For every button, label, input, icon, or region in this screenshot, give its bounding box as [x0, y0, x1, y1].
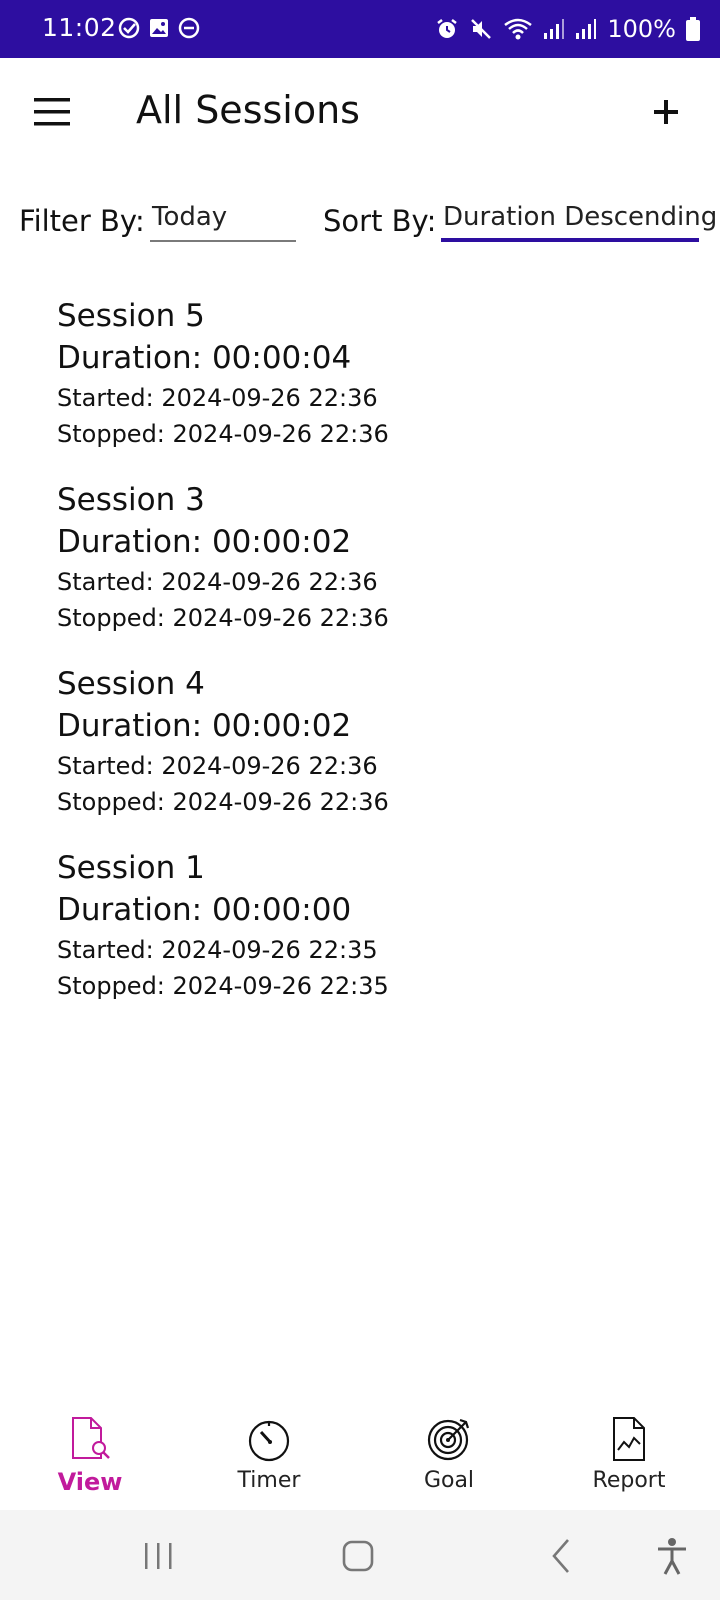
wifi-icon — [504, 18, 533, 40]
document-search-icon — [72, 1417, 110, 1459]
session-stopped: Stopped: 2024-09-26 22:35 — [57, 972, 389, 1000]
session-stopped: Stopped: 2024-09-26 22:36 — [57, 788, 389, 816]
home-icon — [342, 1540, 374, 1572]
image-icon — [150, 19, 168, 37]
plus-icon — [654, 100, 678, 124]
nav-timer[interactable]: Timer — [199, 1400, 339, 1510]
session-name: Session 5 — [57, 298, 205, 334]
back-button[interactable] — [540, 1534, 584, 1578]
mute-icon — [471, 19, 492, 39]
alarm-icon — [437, 19, 458, 38]
home-button[interactable] — [336, 1534, 380, 1578]
session-duration: Duration: 00:00:00 — [57, 892, 352, 928]
status-system-icons: 100% — [435, 15, 700, 43]
page-title: All Sessions — [136, 88, 360, 132]
list-item[interactable]: Session 1 Duration: 00:00:00 Started: 20… — [57, 848, 677, 1032]
system-navigation-bar — [0, 1510, 720, 1600]
accessibility-icon — [658, 1538, 686, 1575]
check-circle-icon — [118, 17, 140, 39]
sort-select[interactable]: Duration Descending — [441, 196, 717, 242]
session-duration: Duration: 00:00:04 — [57, 340, 352, 376]
session-duration: Duration: 00:00:02 — [57, 708, 352, 744]
session-stopped: Stopped: 2024-09-26 22:36 — [57, 604, 389, 632]
session-started: Started: 2024-09-26 22:36 — [57, 568, 378, 596]
filter-select[interactable]: Today — [150, 196, 296, 242]
bottom-navigation: View Timer Goal Report — [0, 1400, 720, 1510]
session-started: Started: 2024-09-26 22:35 — [57, 936, 378, 964]
nav-view[interactable]: View — [20, 1400, 160, 1510]
list-item[interactable]: Session 5 Duration: 00:00:04 Started: 20… — [57, 296, 677, 480]
session-duration: Duration: 00:00:02 — [57, 524, 352, 560]
battery-icon — [686, 17, 700, 41]
dnd-icon — [178, 17, 200, 39]
app-bar: All Sessions — [0, 58, 720, 168]
session-started: Started: 2024-09-26 22:36 — [57, 384, 378, 412]
menu-button[interactable] — [30, 94, 74, 130]
status-notification-icons — [118, 17, 200, 39]
list-item[interactable]: Session 4 Duration: 00:00:02 Started: 20… — [57, 664, 677, 848]
accessibility-button[interactable] — [650, 1534, 694, 1578]
battery-percent: 100% — [607, 15, 676, 43]
target-icon — [427, 1418, 470, 1461]
nav-report[interactable]: Report — [559, 1400, 699, 1510]
session-name: Session 1 — [57, 850, 205, 886]
add-session-button[interactable] — [646, 92, 686, 132]
report-chart-icon — [613, 1417, 645, 1461]
sort-label: Sort By: — [323, 204, 437, 238]
session-started: Started: 2024-09-26 22:36 — [57, 752, 378, 780]
session-name: Session 4 — [57, 666, 205, 702]
signal-icon — [576, 19, 597, 39]
session-name: Session 3 — [57, 482, 205, 518]
nav-goal[interactable]: Goal — [379, 1400, 519, 1510]
status-time: 11:02 — [42, 13, 117, 42]
session-list: Session 5 Duration: 00:00:04 Started: 20… — [57, 296, 677, 1032]
nav-goal-label: Goal — [423, 1468, 475, 1493]
hamburger-menu-icon — [34, 98, 70, 126]
recents-button[interactable] — [136, 1534, 180, 1578]
filter-label: Filter By: — [19, 204, 145, 238]
filter-sort-controls: Filter By: Today Sort By: Duration Desce… — [0, 196, 720, 256]
nav-timer-label: Timer — [237, 1468, 301, 1493]
signal-icon — [544, 19, 565, 39]
timer-icon — [248, 1420, 290, 1462]
list-item[interactable]: Session 3 Duration: 00:00:02 Started: 20… — [57, 480, 677, 664]
nav-report-label: Report — [592, 1468, 666, 1493]
session-stopped: Stopped: 2024-09-26 22:36 — [57, 420, 389, 448]
nav-view-label: View — [57, 1468, 123, 1496]
recents-icon — [145, 1543, 172, 1569]
status-bar: 11:02 100% — [0, 0, 720, 58]
back-icon — [552, 1539, 569, 1573]
